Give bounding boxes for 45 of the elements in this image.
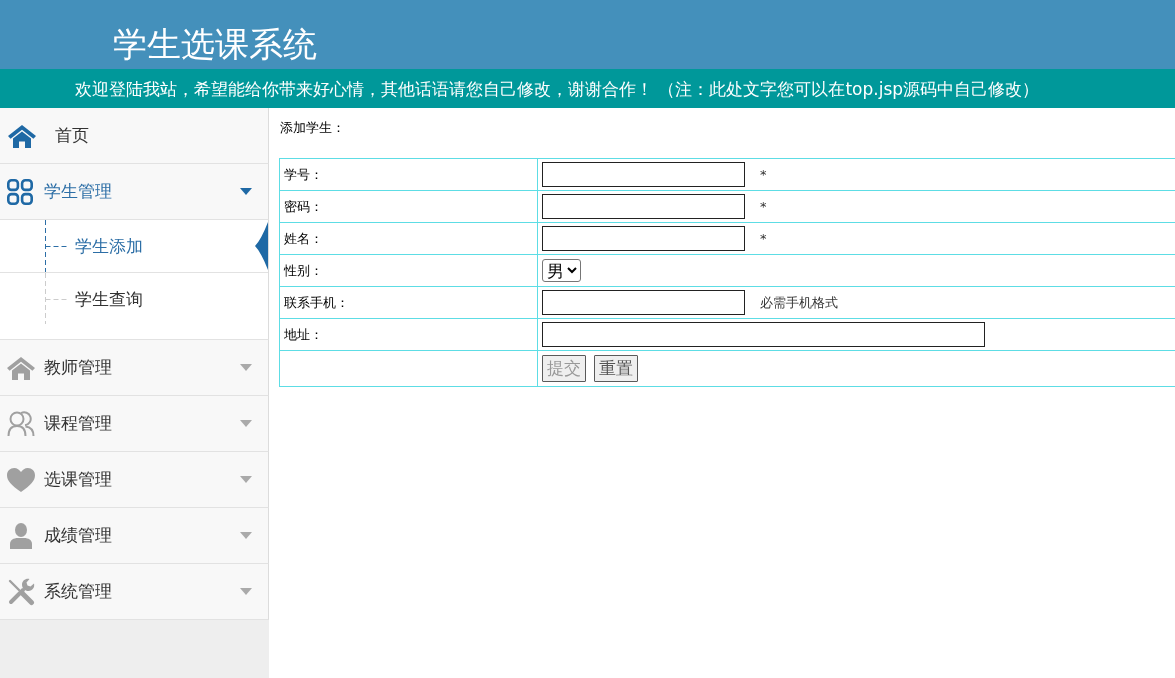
input-field[interactable]	[542, 162, 745, 187]
nav-item[interactable]: 教师管理	[0, 340, 269, 396]
caret-icon	[240, 532, 252, 539]
field-label: 密码：	[279, 190, 538, 223]
form-heading: 添加学生：	[280, 120, 345, 135]
triangle-pointer-icon	[255, 220, 268, 272]
nav-item[interactable]: 学生管理	[0, 164, 269, 220]
submenu-item[interactable]: 学生添加	[0, 220, 268, 272]
field-label: 联系手机：	[279, 286, 538, 319]
dropdown[interactable]: 男	[542, 259, 581, 282]
field-note: *	[760, 231, 767, 246]
field-note: *	[760, 167, 767, 182]
field-label: 姓名：	[279, 222, 538, 255]
house-icon	[7, 355, 35, 380]
nav-item[interactable]: 成绩管理	[0, 508, 269, 564]
nav-item[interactable]: 选课管理	[0, 452, 269, 508]
input-field[interactable]	[542, 322, 985, 347]
caret-icon	[240, 420, 252, 427]
users-icon	[7, 410, 35, 437]
field-label: 性别：	[279, 254, 538, 287]
caret-icon	[240, 364, 252, 371]
field-label: 学号：	[279, 158, 538, 191]
caret-icon	[240, 476, 252, 483]
notice-text: 欢迎登陆我站，希望能给你带来好心情，其他话语请您自己修改，谢谢合作！ （注：此处文字您可以在top.jsp源码中自己修改）	[75, 77, 1040, 100]
nav-item[interactable]: 首页	[0, 108, 269, 164]
nav-item[interactable]: 系统管理	[0, 564, 269, 620]
user-icon	[10, 522, 32, 549]
form-button[interactable]: 重置	[594, 355, 638, 382]
field-note: 必需手机格式	[760, 294, 838, 310]
field-note: *	[760, 199, 767, 214]
tree-branch-icon	[44, 273, 68, 325]
caret-icon	[240, 588, 252, 595]
nav-item[interactable]: 课程管理	[0, 396, 269, 452]
submenu-item[interactable]: 学生查询	[0, 272, 268, 325]
input-field[interactable]	[542, 194, 745, 219]
home-icon	[8, 123, 36, 148]
grid-icon	[7, 178, 33, 205]
field-label: 地址：	[279, 318, 538, 351]
heart-icon	[7, 467, 35, 492]
site-title: 学生选课系统	[113, 24, 317, 64]
caret-icon	[240, 188, 252, 195]
tools-icon	[7, 577, 35, 606]
tree-branch-icon	[44, 220, 68, 272]
input-field[interactable]	[542, 226, 745, 251]
input-field[interactable]	[542, 290, 745, 315]
